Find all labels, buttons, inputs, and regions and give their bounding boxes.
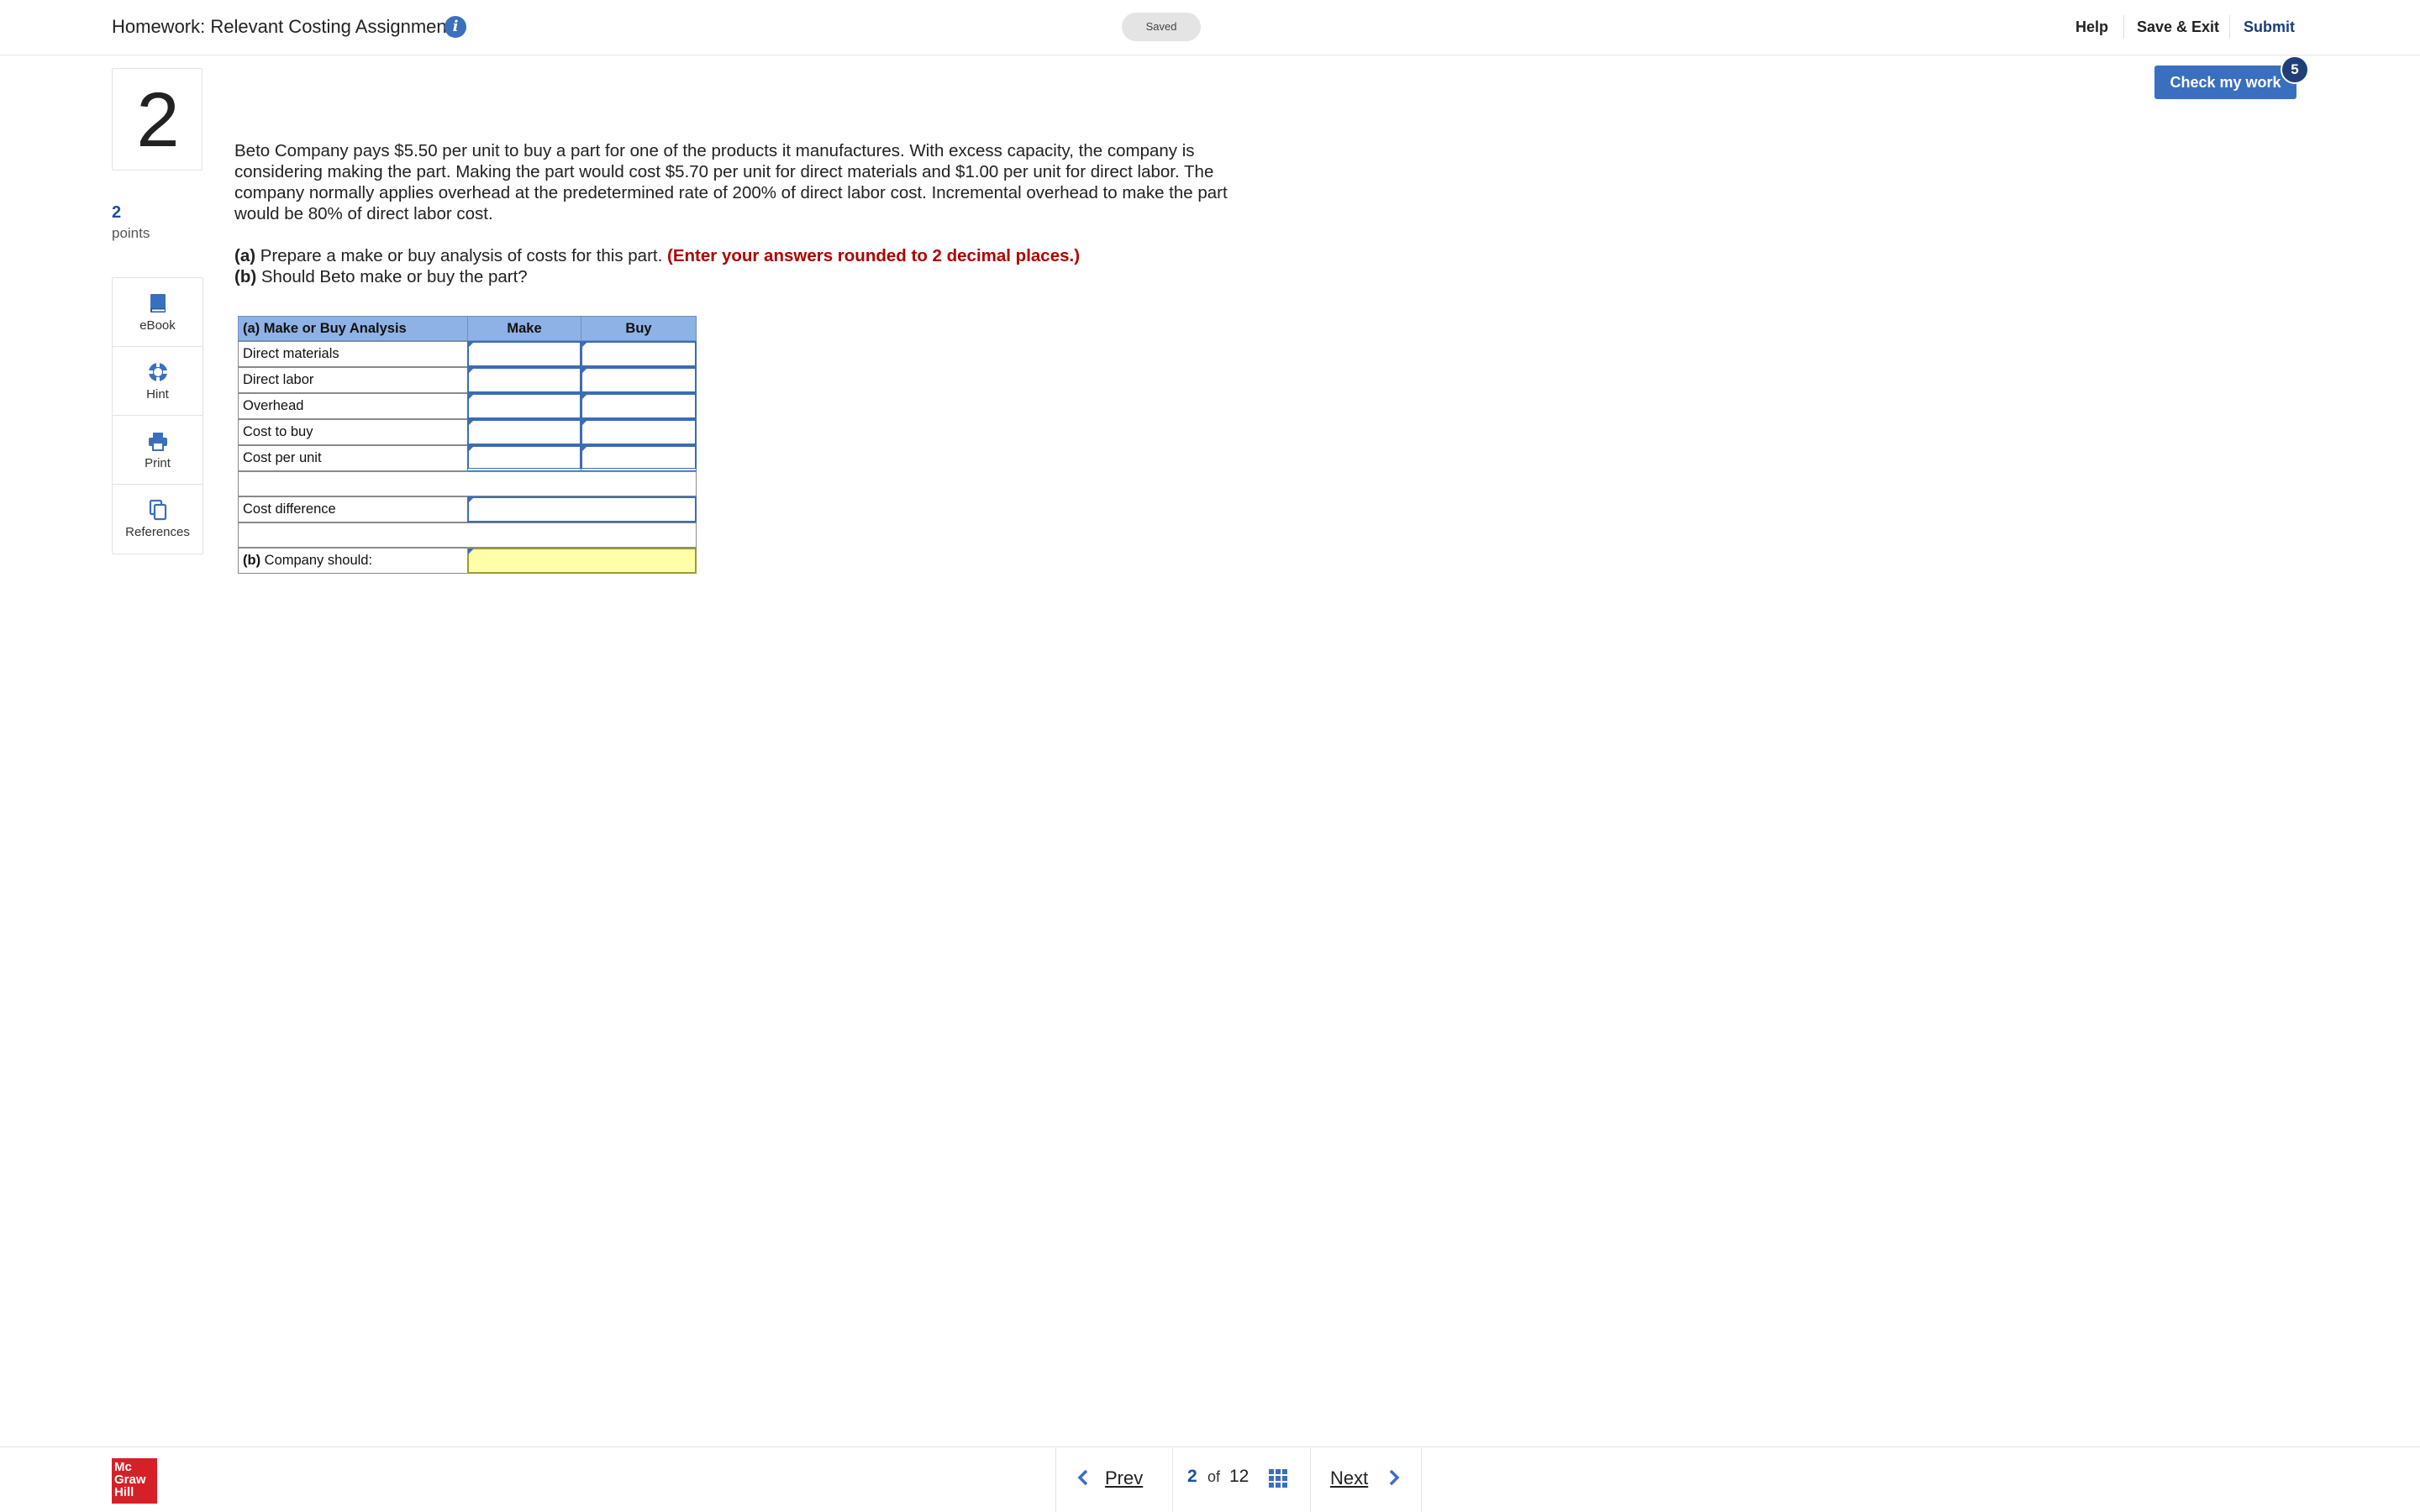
- chevron-left-icon: [1077, 1469, 1088, 1486]
- next-button[interactable]: Next: [1312, 1448, 1421, 1512]
- overhead-make-input[interactable]: [467, 393, 581, 419]
- company-should-label: (b) Company should:: [238, 548, 468, 574]
- question-number-card: 2: [112, 68, 203, 171]
- question-number: 2: [136, 77, 180, 163]
- next-label: Next: [1330, 1467, 1369, 1488]
- make-or-buy-worksheet: (a) Make or Buy Analysis Make Buy Direct…: [238, 316, 697, 574]
- hint-button[interactable]: Hint: [113, 347, 203, 416]
- table-row: Overhead: [238, 393, 697, 419]
- submit-button[interactable]: Submit: [2244, 17, 2295, 37]
- print-label: Print: [145, 456, 171, 470]
- row-label: Cost to buy: [238, 419, 468, 445]
- part-b-text: Should Beto make or buy the part?: [256, 267, 528, 286]
- buy-column-header: Buy: [581, 316, 697, 341]
- logo-line: Graw: [114, 1473, 146, 1487]
- total-pages: 12: [1229, 1467, 1249, 1486]
- help-button[interactable]: Help: [2075, 17, 2108, 37]
- question-pager: Prev 2 of 12 Next: [1055, 1448, 1422, 1512]
- company-should-text: Company should:: [260, 553, 373, 568]
- spacer-row: [238, 471, 697, 496]
- prev-button[interactable]: Prev: [1056, 1448, 1164, 1512]
- points-label: points: [112, 225, 150, 241]
- page-of-label: of: [1207, 1468, 1221, 1485]
- logo-line: Hill: [114, 1485, 134, 1499]
- cost-per-unit-buy-input[interactable]: [581, 445, 697, 471]
- table-row: Direct materials: [238, 341, 697, 367]
- direct-materials-buy-input[interactable]: [581, 341, 697, 367]
- rounding-note: (Enter your answers rounded to 2 decimal…: [667, 246, 1081, 265]
- points-value: 2: [112, 203, 122, 222]
- references-label: References: [125, 525, 190, 539]
- cost-per-unit-make-input[interactable]: [467, 445, 581, 471]
- direct-labor-buy-input[interactable]: [581, 367, 697, 393]
- ebook-button[interactable]: eBook: [113, 278, 203, 347]
- print-button[interactable]: Print: [113, 416, 203, 485]
- header-divider: [2123, 15, 2124, 39]
- question-text: Beto Company pays $5.50 per unit to buy …: [234, 141, 1228, 223]
- cost-difference-row: Cost difference: [238, 496, 697, 522]
- make-column-header: Make: [467, 316, 581, 341]
- mcgraw-hill-logo: Mc Graw Hill: [112, 1458, 157, 1504]
- cost-difference-label: Cost difference: [238, 496, 468, 522]
- table-row: Cost per unit: [238, 445, 697, 471]
- save-exit-button[interactable]: Save & Exit: [2137, 17, 2219, 37]
- company-should-dropdown[interactable]: [467, 548, 697, 574]
- part-b-label: (b): [234, 267, 257, 286]
- tools-panel: eBook Hint Print References: [112, 277, 203, 554]
- worksheet-header-label: (a) Make or Buy Analysis: [238, 316, 468, 341]
- table-row: Direct labor: [238, 367, 697, 393]
- row-label: Direct labor: [238, 367, 468, 393]
- pager-divider: [1172, 1448, 1173, 1512]
- current-page-number: 2: [1187, 1467, 1197, 1486]
- row-label: Direct materials: [238, 341, 468, 367]
- lifebuoy-icon: [148, 362, 168, 382]
- logo-line: Mc: [114, 1460, 132, 1474]
- direct-materials-make-input[interactable]: [467, 341, 581, 367]
- worksheet-header-row: (a) Make or Buy Analysis Make Buy: [238, 316, 697, 341]
- prev-label: Prev: [1105, 1467, 1144, 1488]
- references-button[interactable]: References: [113, 485, 203, 554]
- hint-label: Hint: [146, 387, 169, 402]
- printer-icon: [149, 433, 167, 451]
- copy-icon: [149, 499, 167, 521]
- direct-labor-make-input[interactable]: [467, 367, 581, 393]
- part-a-text: Prepare a make or buy analysis of costs …: [255, 246, 668, 265]
- table-row: Cost to buy: [238, 419, 697, 445]
- saved-status-badge: Saved: [1122, 13, 1201, 41]
- part-a-instruction: (a) Prepare a make or buy analysis of co…: [234, 245, 1080, 266]
- part-a-label: (a): [234, 246, 256, 265]
- question-grid-icon[interactable]: [1268, 1468, 1288, 1488]
- spacer-row: [238, 522, 697, 548]
- cost-to-buy-make-input[interactable]: [467, 419, 581, 445]
- top-header: Homework: Relevant Costing Assignment i …: [0, 0, 2420, 55]
- ebook-label: eBook: [139, 318, 176, 333]
- cost-to-buy-buy-input[interactable]: [581, 419, 697, 445]
- check-my-work-button[interactable]: Check my work: [2154, 66, 2296, 99]
- header-divider: [2229, 15, 2230, 39]
- attempts-badge: 5: [2281, 55, 2309, 84]
- part-b-marker: (b): [243, 553, 261, 568]
- assignment-title: Homework: Relevant Costing Assignment: [112, 16, 452, 37]
- empty-cell: [238, 522, 697, 548]
- company-should-row: (b) Company should:: [238, 548, 697, 574]
- row-label: Cost per unit: [238, 445, 468, 471]
- empty-cell: [238, 471, 697, 496]
- pager-divider: [1310, 1448, 1311, 1512]
- info-icon[interactable]: i: [445, 16, 466, 38]
- row-label: Overhead: [238, 393, 468, 419]
- overhead-buy-input[interactable]: [581, 393, 697, 419]
- cost-difference-input[interactable]: [467, 496, 697, 522]
- book-icon: [150, 294, 166, 312]
- chevron-right-icon: [1389, 1469, 1400, 1486]
- part-b-instruction: (b) Should Beto make or buy the part?: [234, 266, 528, 287]
